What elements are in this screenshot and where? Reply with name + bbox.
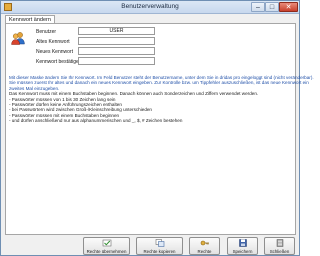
copy-rights-icon [155,239,164,247]
confirm-password-input[interactable] [78,57,155,65]
save-icon [238,239,247,247]
close-button[interactable]: Schließen [264,237,295,255]
apply-rights-icon [102,239,111,247]
close-door-icon [276,239,283,247]
user-field[interactable] [78,27,155,35]
title-bar[interactable]: Benutzerverwaltung – □ ✕ [1,1,299,14]
change-password-panel: Benutzer Altes Kennwort Neues Kennwort K… [5,23,314,235]
save-button[interactable]: Speichern [227,237,258,255]
apply-rights-button[interactable]: Rechte übernehmen [83,237,130,255]
close-window-button[interactable]: ✕ [279,2,298,12]
minimize-button[interactable]: – [251,2,265,12]
new-password-input[interactable] [78,47,155,55]
user-label: Benutzer [36,29,57,35]
confirm-password-label: Kennwort bestätigen [36,59,82,65]
help-line: Das Kennwort muss mit einem Buchstaben b… [9,91,259,97]
old-password-input[interactable] [78,37,155,45]
copy-rights-label: Rechte kopieren [143,249,176,254]
user-management-window: Benutzerverwaltung – □ ✕ Kennwort ändern… [0,0,314,256]
copy-rights-button[interactable]: Rechte kopieren [136,237,183,255]
action-button-bar: Rechte übernehmen Rechte kopieren Rechte… [1,236,299,256]
close-label: Schließen [269,249,290,254]
rights-button[interactable]: Rechte [189,237,220,255]
save-label: Speichern [232,249,253,254]
old-password-label: Altes Kennwort [36,39,70,45]
key-icon [200,240,209,246]
new-password-label: Neues Kennwort [36,49,73,55]
help-text: Mit dieser Maske ändern Sie Ihr Kennwort… [9,75,314,124]
help-line: - und dürfen anschließend nur aus alphan… [9,118,183,124]
apply-rights-label: Rechte übernehmen [86,249,127,254]
rights-label: Rechte [197,249,212,254]
maximize-button[interactable]: □ [265,2,279,12]
users-icon [11,32,25,45]
